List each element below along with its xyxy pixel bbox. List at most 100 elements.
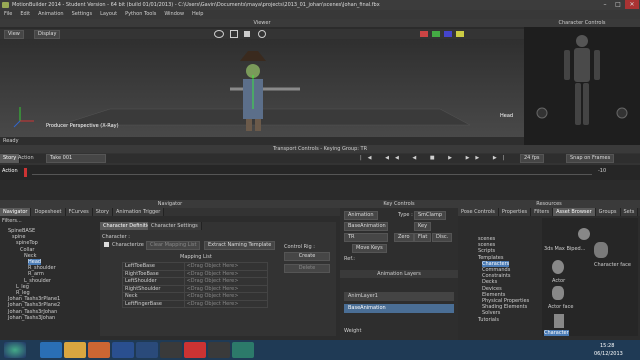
clear-mapping-button[interactable]: Clear Mapping List [146, 241, 201, 250]
photoshop-icon[interactable] [112, 342, 134, 358]
character-body-silhouette[interactable] [524, 27, 640, 145]
character-face-icon[interactable] [594, 242, 608, 258]
menu-settings[interactable]: Settings [72, 10, 93, 19]
menu-window[interactable]: Window [164, 10, 184, 19]
menu-edit[interactable]: Edit [20, 10, 30, 19]
view-button[interactable]: View [4, 30, 24, 39]
folder-item-selected[interactable]: Characters [482, 260, 510, 267]
mapping-value[interactable]: <Drag Object Here> [183, 292, 269, 301]
maximize-button[interactable]: □ [611, 0, 625, 9]
table-row[interactable]: RightToeBase <Drag Object Here> [122, 269, 269, 278]
tab-animation-trigger[interactable]: Animation Trigger [112, 208, 165, 216]
character-icon[interactable] [554, 314, 564, 328]
transport-controls: Transport Controls - Keying Group: TR St… [0, 145, 640, 180]
clock-time[interactable]: 15:28 [600, 343, 614, 349]
tab-pose-controls[interactable]: Pose Controls [458, 208, 499, 216]
asset-label-selected[interactable]: Character [544, 330, 569, 336]
start-button-icon[interactable] [4, 342, 26, 358]
menu-help[interactable]: Help [192, 10, 203, 19]
chrome-icon[interactable] [184, 342, 206, 358]
3d-viewport[interactable]: Producer Perspective (X-Ray) Head [0, 39, 524, 137]
menu-file[interactable]: File [4, 10, 12, 19]
table-row[interactable]: RightShoulder <Drag Object Here> [122, 284, 269, 293]
move-icon[interactable] [230, 30, 238, 38]
character-definition-area: Character Definition Character Settings … [100, 222, 336, 336]
playhead-marker[interactable] [24, 168, 27, 177]
menu-layout[interactable]: Layout [100, 10, 117, 19]
action-tab[interactable]: Action [18, 155, 34, 161]
tree-item[interactable]: Johan_Tashs3Johan [2, 315, 98, 321]
disc-button[interactable]: Disc. [432, 233, 453, 242]
tab-character-settings[interactable]: Character Settings [148, 222, 202, 230]
tab-story[interactable]: Story [92, 208, 113, 216]
tree-item-selected[interactable]: Head [28, 259, 42, 266]
menu-animation[interactable]: Animation [38, 10, 64, 19]
animation-button[interactable]: Animation [344, 211, 378, 220]
playback-buttons[interactable]: |◀ ◀◀ ◀ ■ ▶ ▶▶ ▶| [360, 155, 510, 161]
table-row[interactable]: Neck <Drag Object Here> [122, 292, 269, 301]
tab-groups[interactable]: Groups [595, 208, 621, 216]
extract-template-button[interactable]: Extract Naming Template [204, 241, 276, 250]
characterize-checkbox[interactable] [104, 242, 109, 247]
media-player-icon[interactable] [88, 342, 110, 358]
create-rig-button[interactable]: Create [284, 252, 330, 261]
timeline-end-value[interactable]: -10 [598, 168, 606, 174]
tab-properties[interactable]: Properties [498, 208, 532, 216]
scale-icon[interactable] [244, 31, 250, 37]
motionbuilder-taskbar-icon[interactable] [232, 342, 254, 358]
ref-label: Ref.: [344, 256, 355, 262]
key-button[interactable]: Key [414, 222, 432, 231]
asset-label: 3ds Max Biped... [544, 246, 586, 252]
timeline[interactable]: Action -10 [0, 165, 640, 180]
mapping-value[interactable]: <Drag Object Here> [183, 269, 269, 278]
display-label: Display [38, 31, 57, 37]
zero-button[interactable]: Zero [394, 233, 414, 242]
menu-python-tools[interactable]: Python Tools [125, 10, 156, 19]
move-keys-button[interactable]: Move Keys [352, 244, 387, 253]
layer-row-selected[interactable]: BaseAnimation [344, 304, 454, 313]
take-dropdown[interactable]: Take 001 [46, 154, 106, 163]
tab-sets[interactable]: Sets [620, 208, 639, 216]
table-row[interactable]: LeftFingerBase <Drag Object Here> [122, 299, 269, 308]
mapping-value[interactable]: <Drag Object Here> [183, 284, 269, 293]
steam-icon[interactable] [160, 342, 182, 358]
clock-date[interactable]: 06/12/2013 [594, 351, 623, 357]
fps-dropdown[interactable]: 24 fps [520, 154, 544, 163]
folder-item[interactable]: Tutorials [464, 317, 540, 323]
maya-icon[interactable] [136, 342, 158, 358]
filters-label[interactable]: Filters... [2, 218, 22, 224]
transport-bar: Story Action Take 001 |◀ ◀◀ ◀ ■ ▶ ▶▶ ▶| … [0, 154, 640, 163]
table-row[interactable]: LeftShoulder <Drag Object Here> [122, 277, 269, 286]
mapping-value[interactable]: <Drag Object Here> [183, 277, 269, 286]
mapping-value[interactable]: <Drag Object Here> [183, 299, 269, 308]
close-button[interactable]: ✕ [625, 0, 639, 9]
keying-group-dropdown[interactable]: TR [344, 233, 388, 242]
tab-asset-browser[interactable]: Asset Browser [553, 208, 596, 216]
minimize-button[interactable]: – [598, 0, 612, 9]
key-color-icon-2[interactable] [432, 31, 440, 37]
flat-button[interactable]: Flat [414, 233, 432, 242]
snap-dropdown[interactable]: Snap on Frames [566, 154, 615, 163]
table-row[interactable]: LeftToeBase <Drag Object Here> [122, 262, 269, 271]
display-button[interactable]: Display [34, 30, 61, 39]
type-dropdown[interactable]: SmClamp [414, 211, 447, 220]
biped-icon[interactable] [578, 228, 590, 240]
layer-row[interactable]: AnimLayer1 [344, 292, 454, 301]
key-color-icon-3[interactable] [444, 31, 452, 37]
key-color-icon-4[interactable] [456, 31, 464, 37]
layer-dropdown[interactable]: BaseAnimation [344, 222, 388, 231]
tab-dopesheet[interactable]: Dopesheet [31, 208, 66, 216]
key-color-icon[interactable] [420, 31, 428, 37]
tab-fcurves[interactable]: FCurves [65, 208, 93, 216]
tab-navigator[interactable]: Navigator [0, 208, 32, 216]
rotate-icon[interactable] [214, 30, 224, 38]
explorer-icon[interactable] [64, 342, 86, 358]
select-icon[interactable] [258, 30, 266, 38]
mapping-value[interactable]: <Drag Object Here> [183, 262, 269, 271]
tab-filters[interactable]: Filters [531, 208, 554, 216]
delete-rig-button[interactable]: Delete [284, 264, 330, 273]
actor-face-icon[interactable] [552, 286, 564, 300]
ie-icon[interactable] [40, 342, 62, 358]
actor-icon[interactable] [552, 260, 564, 274]
app-icon[interactable] [208, 342, 230, 358]
